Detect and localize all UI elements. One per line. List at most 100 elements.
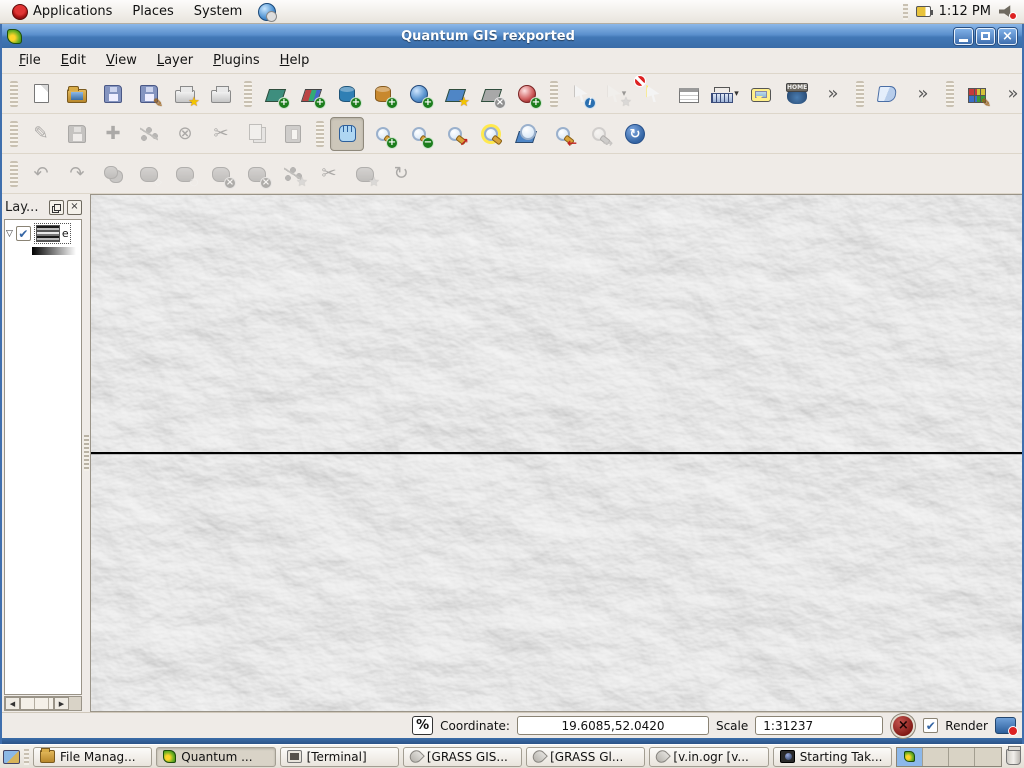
simplify-feature-button[interactable] bbox=[96, 157, 130, 191]
stop-render-button[interactable]: × bbox=[893, 716, 913, 736]
select-features-button[interactable]: ★▾ bbox=[600, 77, 634, 111]
expander-icon[interactable]: ▽ bbox=[6, 229, 13, 239]
layer-selection[interactable]: e bbox=[34, 223, 71, 244]
scroll-thumb[interactable] bbox=[20, 697, 54, 710]
zoom-out-button[interactable]: − bbox=[402, 117, 436, 151]
toolbar-grip[interactable] bbox=[316, 121, 324, 147]
zoom-next-button[interactable]: → bbox=[582, 117, 616, 151]
workspace-1[interactable] bbox=[897, 748, 923, 766]
close-button[interactable]: × bbox=[998, 28, 1017, 45]
web-browser-globe-icon[interactable] bbox=[258, 3, 276, 21]
panel-splitter[interactable] bbox=[83, 194, 90, 712]
add-vector-layer-button[interactable]: + bbox=[258, 77, 292, 111]
task-grass-gis-1[interactable]: [GRASS GIS... bbox=[403, 747, 522, 767]
task-terminal[interactable]: [Terminal] bbox=[280, 747, 399, 767]
undo-button[interactable]: ↶ bbox=[24, 157, 58, 191]
grass-edit-button[interactable]: ✎ bbox=[960, 77, 994, 111]
zoom-full-button[interactable]: ↗ bbox=[438, 117, 472, 151]
split-features-button[interactable]: ✂ bbox=[312, 157, 346, 191]
print-composer-button[interactable]: ★ bbox=[168, 77, 202, 111]
toolbar-grip[interactable] bbox=[10, 121, 18, 147]
delete-ring-button[interactable]: × bbox=[204, 157, 238, 191]
minimize-button[interactable] bbox=[954, 28, 973, 45]
help-contents-button[interactable] bbox=[870, 77, 904, 111]
paste-features-button[interactable] bbox=[276, 117, 310, 151]
delete-part-button[interactable]: × bbox=[240, 157, 274, 191]
add-wfs-layer-button[interactable]: + bbox=[510, 77, 544, 111]
deselect-features-button[interactable] bbox=[636, 77, 670, 111]
add-part-button[interactable]: ○ bbox=[168, 157, 202, 191]
zoom-to-layer-button[interactable] bbox=[510, 117, 544, 151]
workspace-2[interactable] bbox=[923, 748, 949, 766]
zoom-full-extent-home-button[interactable]: HOME bbox=[780, 77, 814, 111]
redo-button[interactable]: ↷ bbox=[60, 157, 94, 191]
scroll-left-button[interactable]: ◀ bbox=[5, 697, 20, 710]
volume-muted-icon[interactable] bbox=[999, 5, 1014, 18]
menu-plugins[interactable]: Plugins bbox=[204, 50, 269, 71]
zoom-in-button[interactable]: + bbox=[366, 117, 400, 151]
toolbar-grip[interactable] bbox=[550, 81, 558, 107]
task-starting-take[interactable]: Starting Tak... bbox=[773, 747, 892, 767]
scale-input[interactable]: 1:31237 bbox=[755, 716, 883, 735]
layer-item[interactable]: ▽ ✔ e bbox=[6, 223, 80, 244]
identify-features-button[interactable]: i bbox=[564, 77, 598, 111]
toolbar-grip[interactable] bbox=[10, 81, 18, 107]
menu-view[interactable]: View bbox=[97, 50, 146, 71]
show-desktop-icon[interactable] bbox=[3, 750, 20, 764]
layers-scrollbar[interactable]: ◀ ▶ bbox=[4, 696, 82, 711]
menu-file[interactable]: File bbox=[10, 50, 50, 71]
float-panel-button[interactable] bbox=[49, 200, 64, 215]
save-project-button[interactable] bbox=[96, 77, 130, 111]
toolbar-grip[interactable] bbox=[946, 81, 954, 107]
add-wms-layer-button[interactable]: + bbox=[402, 77, 436, 111]
clock[interactable]: 1:12 PM bbox=[939, 4, 991, 19]
pan-map-button[interactable] bbox=[330, 117, 364, 151]
task-file-manager[interactable]: File Manag... bbox=[33, 747, 152, 767]
merge-features-button[interactable]: ★ bbox=[348, 157, 382, 191]
task-quantum-gis[interactable]: Quantum ... bbox=[156, 747, 275, 767]
map-canvas[interactable] bbox=[90, 194, 1022, 712]
toolbar-overflow-button[interactable]: » bbox=[816, 77, 850, 111]
render-checkbox[interactable]: ✔ bbox=[923, 718, 938, 733]
print-button[interactable] bbox=[204, 77, 238, 111]
workspace-3[interactable] bbox=[949, 748, 975, 766]
applications-menu[interactable]: Applications bbox=[4, 2, 120, 22]
delete-selected-button[interactable]: ⊗ bbox=[168, 117, 202, 151]
toolbar-grip[interactable] bbox=[244, 81, 252, 107]
scroll-right-button[interactable]: ▶ bbox=[54, 697, 69, 710]
reshape-features-button[interactable]: ★ bbox=[276, 157, 310, 191]
menu-help[interactable]: Help bbox=[271, 50, 319, 71]
new-project-button[interactable] bbox=[24, 77, 58, 111]
map-tips-button[interactable] bbox=[744, 77, 778, 111]
titlebar[interactable]: Quantum GIS rexported × bbox=[2, 24, 1022, 48]
coordinate-input[interactable]: 19.6085,52.0420 bbox=[517, 716, 709, 735]
open-project-button[interactable] bbox=[60, 77, 94, 111]
move-feature-button[interactable]: ✚ bbox=[96, 117, 130, 151]
open-attribute-table-button[interactable] bbox=[672, 77, 706, 111]
new-vector-layer-button[interactable]: ★ bbox=[438, 77, 472, 111]
save-project-as-button[interactable]: ✎ bbox=[132, 77, 166, 111]
projection-status-icon[interactable] bbox=[995, 717, 1016, 734]
toolbar-overflow-button[interactable]: » bbox=[996, 77, 1024, 111]
trash-icon[interactable] bbox=[1006, 749, 1021, 765]
add-postgis-layer-button[interactable]: + bbox=[330, 77, 364, 111]
node-tool-button[interactable] bbox=[132, 117, 166, 151]
maximize-button[interactable] bbox=[976, 28, 995, 45]
close-panel-button[interactable]: × bbox=[67, 200, 82, 215]
task-grass-gis-2[interactable]: [GRASS Gl... bbox=[526, 747, 645, 767]
zoom-to-selection-button[interactable] bbox=[474, 117, 508, 151]
system-menu[interactable]: System bbox=[186, 2, 250, 21]
add-ring-button[interactable]: ◇ bbox=[132, 157, 166, 191]
measure-button[interactable]: ▾ bbox=[708, 77, 742, 111]
toggle-editing-button[interactable]: ✎ bbox=[24, 117, 58, 151]
toolbar-grip[interactable] bbox=[10, 161, 18, 187]
toolbar-grip[interactable] bbox=[856, 81, 864, 107]
battery-icon[interactable] bbox=[916, 6, 931, 17]
add-spatialite-layer-button[interactable]: + bbox=[366, 77, 400, 111]
workspace-4[interactable] bbox=[975, 748, 1001, 766]
save-edits-button[interactable] bbox=[60, 117, 94, 151]
add-raster-layer-button[interactable]: + bbox=[294, 77, 328, 111]
refresh-map-button[interactable]: ↻ bbox=[618, 117, 652, 151]
copy-features-button[interactable] bbox=[240, 117, 274, 151]
menu-edit[interactable]: Edit bbox=[52, 50, 95, 71]
